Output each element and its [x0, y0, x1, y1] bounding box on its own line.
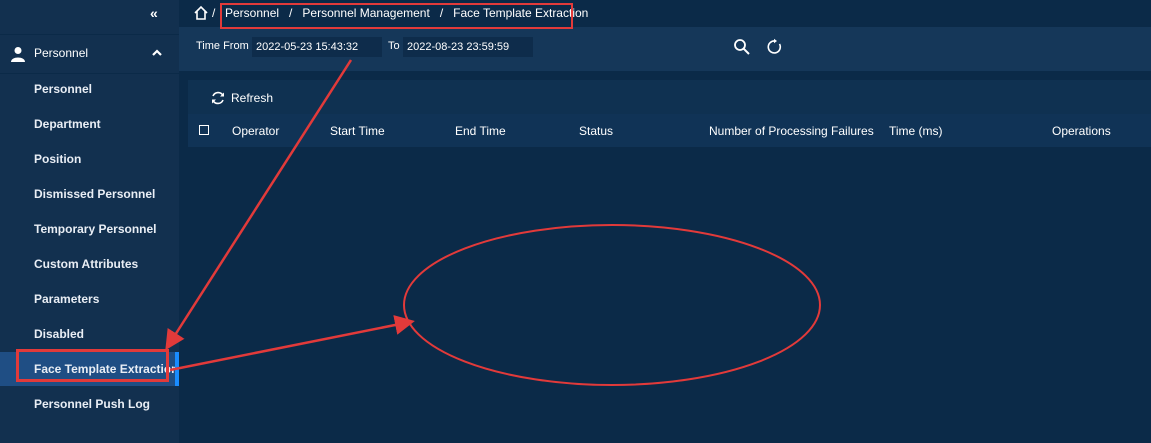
column-header-start-time[interactable]: Start Time	[330, 124, 385, 138]
sidebar-group-label: Personnel	[34, 46, 89, 60]
sidebar-item-disabled[interactable]: Disabled	[0, 317, 179, 351]
sidebar-item-dismissed-personnel[interactable]: Dismissed Personnel	[0, 177, 179, 211]
sidebar-group-personnel[interactable]: Personnel	[0, 34, 179, 74]
menu-highlight-box	[16, 349, 169, 382]
filter-bar: Time From 2022-05-23 15:43:32 To 2022-08…	[179, 27, 1151, 71]
column-header-time-ms[interactable]: Time (ms)	[889, 124, 943, 138]
sidebar-item-custom-attributes[interactable]: Custom Attributes	[0, 247, 179, 281]
refresh-label: Refresh	[231, 91, 274, 105]
table-body-empty	[188, 147, 1151, 443]
collapse-sidebar-button[interactable]: «	[150, 6, 164, 20]
select-all-checkbox[interactable]	[199, 125, 209, 135]
reset-icon[interactable]	[766, 38, 784, 56]
sidebar-item-parameters[interactable]: Parameters	[0, 282, 179, 316]
column-header-processing-failures[interactable]: Number of Processing Failures	[709, 124, 874, 138]
time-from-label: Time From	[196, 40, 249, 52]
sidebar-item-department[interactable]: Department	[0, 107, 179, 141]
sidebar-item-temporary-personnel[interactable]: Temporary Personnel	[0, 212, 179, 246]
column-header-operator[interactable]: Operator	[232, 124, 279, 138]
column-header-status[interactable]: Status	[579, 124, 613, 138]
breadcrumb-highlight-box	[220, 3, 573, 29]
time-to-input[interactable]: 2022-08-23 23:59:59	[403, 37, 533, 57]
table-header: Operator Start Time End Time Status Numb…	[188, 114, 1151, 147]
chevron-up-icon	[152, 49, 162, 56]
column-header-end-time[interactable]: End Time	[455, 124, 506, 138]
home-icon[interactable]	[193, 5, 209, 21]
sidebar-item-position[interactable]: Position	[0, 142, 179, 176]
sidebar-item-personnel-push-log[interactable]: Personnel Push Log	[0, 387, 179, 421]
sidebar-item-personnel[interactable]: Personnel	[0, 72, 179, 106]
search-icon[interactable]	[733, 38, 751, 56]
refresh-icon	[212, 91, 224, 105]
column-header-operations[interactable]: Operations	[1052, 124, 1111, 138]
breadcrumb-separator: /	[212, 6, 216, 20]
toolbar: Refresh	[188, 80, 1151, 114]
person-icon	[11, 47, 25, 62]
time-from-input[interactable]: 2022-05-23 15:43:32	[252, 37, 382, 57]
to-label: To	[388, 40, 400, 52]
